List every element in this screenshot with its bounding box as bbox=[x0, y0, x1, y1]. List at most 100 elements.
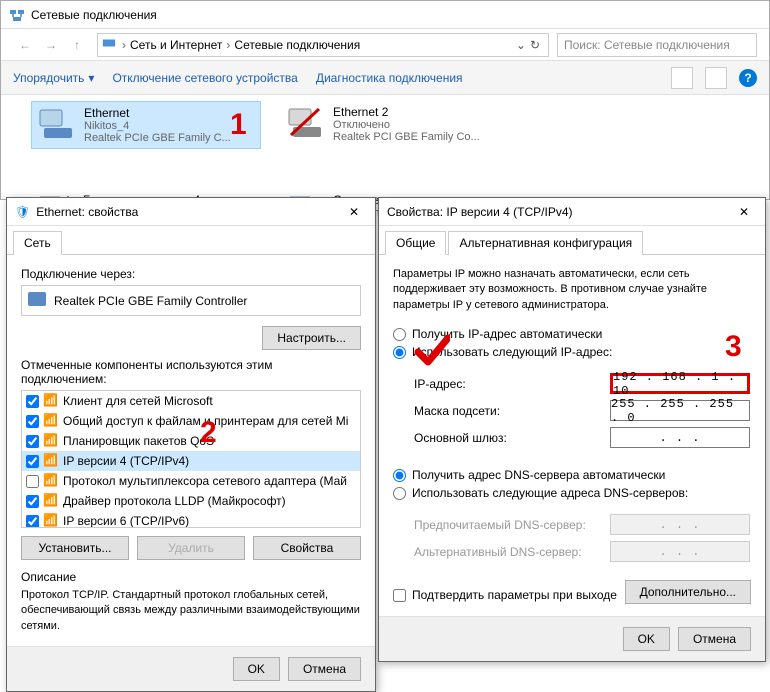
chevron-down-icon: ▾ bbox=[88, 71, 94, 85]
dns1-input: . . . bbox=[610, 514, 750, 535]
address-bar: ← → ↑ › Сеть и Интернет › Сетевые подклю… bbox=[1, 29, 769, 61]
window-icon bbox=[9, 7, 25, 23]
component-item[interactable]: 📶Планировщик пакетов QoS bbox=[22, 431, 360, 451]
ok-button[interactable]: OK bbox=[623, 627, 670, 651]
shield-icon: 🛡 bbox=[15, 205, 30, 219]
window-title: Сетевые подключения bbox=[31, 8, 157, 22]
disable-device-button[interactable]: Отключение сетевого устройства bbox=[112, 71, 297, 85]
help-icon[interactable]: ? bbox=[739, 69, 757, 87]
dialog-titlebar[interactable]: 🛡 Ethernet: свойства ✕ bbox=[7, 198, 375, 226]
cancel-button[interactable]: Отмена bbox=[678, 627, 751, 651]
chevron-right-icon: › bbox=[224, 38, 232, 52]
tabs: Общие Альтернативная конфигурация bbox=[379, 226, 765, 255]
validate-checkbox[interactable]: Подтвердить параметры при выходе bbox=[393, 588, 617, 602]
view-details-button[interactable] bbox=[705, 67, 727, 89]
gateway-input[interactable]: . . . bbox=[610, 427, 750, 448]
crumb-connections[interactable]: Сетевые подключения bbox=[232, 38, 362, 52]
components-label: Отмеченные компоненты используются этим … bbox=[21, 358, 361, 386]
adapter-name: Realtek PCIe GBE Family Controller bbox=[54, 294, 247, 308]
component-icon: 📶 bbox=[43, 473, 59, 489]
up-button[interactable]: ↑ bbox=[65, 33, 89, 57]
subnet-mask-input[interactable]: 255 . 255 . 255 . 0 bbox=[610, 400, 750, 421]
component-checkbox[interactable] bbox=[26, 415, 39, 428]
forward-button[interactable]: → bbox=[39, 33, 63, 57]
diagnose-button[interactable]: Диагностика подключения bbox=[316, 71, 463, 85]
chevron-right-icon: › bbox=[120, 38, 128, 52]
adapter-box: Realtek PCIe GBE Family Controller bbox=[21, 285, 361, 316]
component-item[interactable]: 📶Драйвер протокола LLDP (Майкрософт) bbox=[22, 491, 360, 511]
component-icon: 📶 bbox=[43, 413, 59, 429]
dns2-input: . . . bbox=[610, 541, 750, 562]
refresh-icon[interactable]: ↻ bbox=[526, 38, 544, 52]
view-tiles-button[interactable] bbox=[671, 67, 693, 89]
search-placeholder: Поиск: Сетевые подключения bbox=[564, 38, 730, 52]
component-checkbox[interactable] bbox=[26, 395, 39, 408]
dns2-label: Альтернативный DNS-сервер: bbox=[414, 545, 610, 559]
organize-button[interactable]: Упорядочить ▾ bbox=[13, 71, 94, 85]
connect-using-label: Подключение через: bbox=[21, 267, 361, 281]
close-button[interactable]: ✕ bbox=[731, 202, 757, 222]
network-connections-window: Сетевые подключения ← → ↑ › Сеть и Интер… bbox=[0, 0, 770, 200]
nav-buttons: ← → ↑ bbox=[13, 33, 89, 57]
properties-button[interactable]: Свойства bbox=[253, 536, 361, 560]
advanced-button[interactable]: Дополнительно... bbox=[625, 580, 751, 604]
radio-dns-manual[interactable]: Использовать следующие адреса DNS-сервер… bbox=[393, 484, 751, 502]
component-item[interactable]: 📶Общий доступ к файлам и принтерам для с… bbox=[22, 411, 360, 431]
component-ipv4[interactable]: 📶IP версии 4 (TCP/IPv4) bbox=[22, 451, 360, 471]
ok-button[interactable]: OK bbox=[233, 657, 280, 681]
configure-button[interactable]: Настроить... bbox=[262, 326, 361, 350]
component-checkbox[interactable] bbox=[26, 455, 39, 468]
nic-icon bbox=[28, 292, 46, 309]
cancel-button[interactable]: Отмена bbox=[288, 657, 361, 681]
component-checkbox[interactable] bbox=[26, 475, 39, 488]
dialog-title: Свойства: IP версии 4 (TCP/IPv4) bbox=[387, 205, 731, 219]
component-item[interactable]: 📶Клиент для сетей Microsoft bbox=[22, 391, 360, 411]
radio-dns-auto[interactable]: Получить адрес DNS-сервера автоматически bbox=[393, 466, 751, 484]
crumb-network[interactable]: Сеть и Интернет bbox=[128, 38, 224, 52]
component-icon: 📶 bbox=[43, 513, 59, 528]
tab-network[interactable]: Сеть bbox=[13, 231, 62, 255]
component-item[interactable]: 📶Протокол мультиплексора сетевого адапте… bbox=[22, 471, 360, 491]
close-button[interactable]: ✕ bbox=[341, 202, 367, 222]
search-input[interactable]: Поиск: Сетевые подключения bbox=[557, 33, 757, 57]
component-icon: 📶 bbox=[43, 453, 59, 469]
annotation-checkmark bbox=[414, 332, 450, 371]
nic-icon bbox=[285, 105, 325, 141]
connection-ethernet2[interactable]: Ethernet 2 Отключено Realtek PCI GBE Fam… bbox=[281, 101, 511, 149]
component-checkbox[interactable] bbox=[26, 435, 39, 448]
ip-address-input[interactable]: 192 . 168 . 1 . 10 bbox=[610, 373, 750, 394]
breadcrumb[interactable]: › Сеть и Интернет › Сетевые подключения … bbox=[97, 33, 549, 57]
tabs: Сеть bbox=[7, 226, 375, 255]
dialog-title: Ethernet: свойства bbox=[36, 205, 341, 219]
components-list[interactable]: 📶Клиент для сетей Microsoft 📶Общий досту… bbox=[21, 390, 361, 528]
component-checkbox[interactable] bbox=[26, 495, 39, 508]
description-label: Описание bbox=[21, 570, 361, 584]
network-icon bbox=[102, 36, 116, 53]
dialog-titlebar[interactable]: Свойства: IP версии 4 (TCP/IPv4) ✕ bbox=[379, 198, 765, 226]
component-item[interactable]: 📶IP версии 6 (TCP/IPv6) bbox=[22, 511, 360, 528]
component-icon: 📶 bbox=[43, 493, 59, 509]
component-icon: 📶 bbox=[43, 433, 59, 449]
dns1-label: Предпочитаемый DNS-сервер: bbox=[414, 518, 610, 532]
dropdown-icon[interactable]: ⌄ bbox=[516, 38, 526, 52]
dns2-row: Альтернативный DNS-сервер: . . . bbox=[414, 538, 750, 565]
component-checkbox[interactable] bbox=[26, 515, 39, 528]
remove-button: Удалить bbox=[137, 536, 245, 560]
subnet-mask-label: Маска подсети: bbox=[414, 404, 610, 418]
install-button[interactable]: Установить... bbox=[21, 536, 129, 560]
gateway-row: Основной шлюз: . . . bbox=[414, 424, 750, 451]
subnet-mask-row: Маска подсети: 255 . 255 . 255 . 0 bbox=[414, 397, 750, 424]
tab-alternate[interactable]: Альтернативная конфигурация bbox=[448, 231, 643, 255]
nic-icon bbox=[36, 106, 76, 142]
ip-address-label: IP-адрес: bbox=[414, 377, 610, 391]
component-icon: 📶 bbox=[43, 393, 59, 409]
info-text: Параметры IP можно назначать автоматичес… bbox=[393, 267, 751, 313]
titlebar[interactable]: Сетевые подключения bbox=[1, 1, 769, 29]
ipv4-properties-dialog: Свойства: IP версии 4 (TCP/IPv4) ✕ Общие… bbox=[378, 197, 766, 662]
command-bar: Упорядочить ▾ Отключение сетевого устрой… bbox=[1, 61, 769, 95]
ip-address-row: IP-адрес: 192 . 168 . 1 . 10 bbox=[414, 370, 750, 397]
back-button[interactable]: ← bbox=[13, 33, 37, 57]
tab-general[interactable]: Общие bbox=[385, 231, 446, 255]
dns1-row: Предпочитаемый DNS-сервер: . . . bbox=[414, 511, 750, 538]
connection-ethernet[interactable]: Ethernet Nikitos_4 Realtek PCIe GBE Fami… bbox=[31, 101, 261, 149]
